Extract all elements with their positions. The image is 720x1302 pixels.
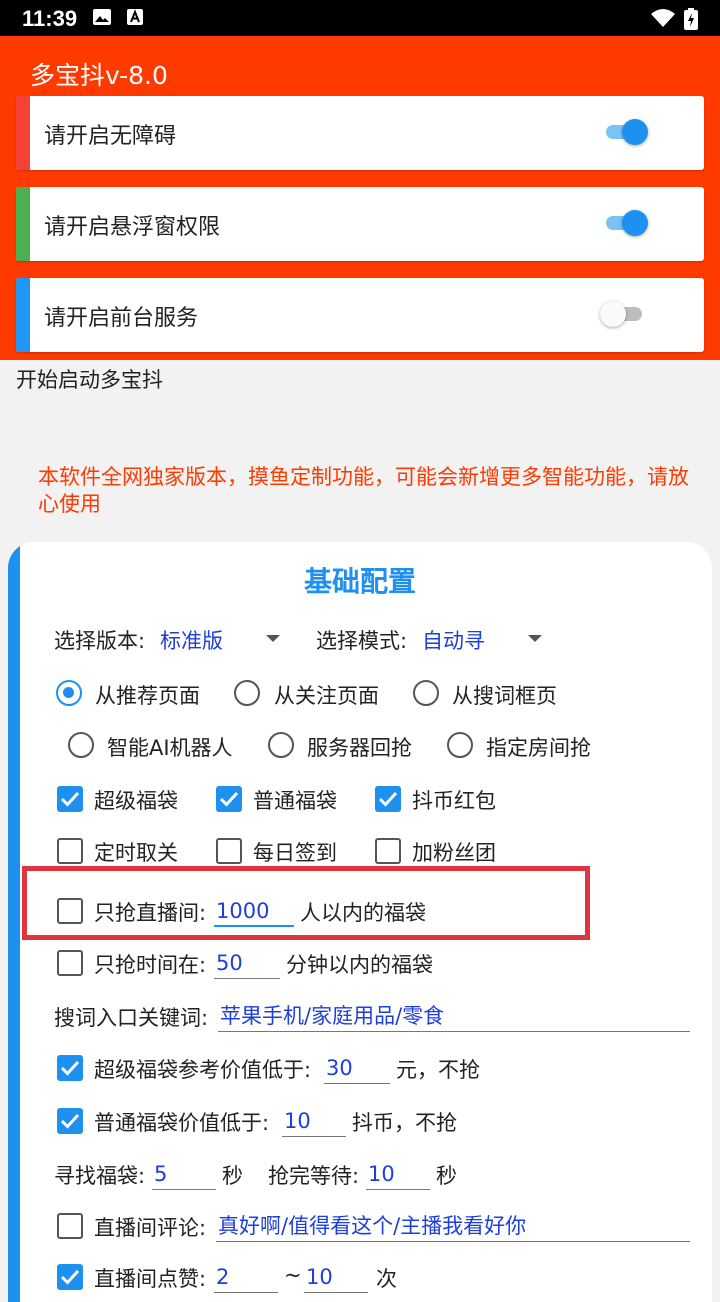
like-separator: ~ — [284, 1263, 302, 1287]
checkbox-normal-bag-label[interactable]: 普通福袋 — [253, 785, 337, 815]
normal-min-suffix: 抖币，不抢 — [352, 1111, 457, 1135]
time-limit-suffix: 分钟以内的福袋 — [286, 953, 433, 977]
permission-color-bar — [16, 187, 30, 261]
version-select[interactable]: 标准版 — [160, 625, 223, 655]
permission-label: 请开启前台服务 — [44, 306, 199, 331]
permission-overlay-row[interactable]: 请开启悬浮窗权限 — [16, 187, 704, 261]
checkbox-super-bag[interactable] — [57, 786, 83, 812]
checkbox-daily-checkin-label[interactable]: 每日签到 — [253, 837, 337, 867]
card-accent-bar — [8, 542, 20, 1302]
radio-recommend[interactable] — [56, 680, 82, 706]
checkbox-normal-bag[interactable] — [216, 786, 242, 812]
checkbox-fan-group-label[interactable]: 加粉丝团 — [412, 837, 496, 867]
notice-text: 本软件全网独家版本，摸鱼定制功能，可能会新增更多智能功能，请放心使用 — [38, 465, 689, 516]
find-seconds-input[interactable]: 5 — [152, 1160, 216, 1190]
checkbox-daily-checkin[interactable] — [216, 838, 242, 864]
permission-label: 请开启无障碍 — [44, 124, 177, 149]
checkbox-timed-unfollow-label[interactable]: 定时取关 — [94, 837, 178, 867]
time-limit-input[interactable]: 50 — [214, 949, 280, 979]
version-dropdown-icon[interactable] — [266, 635, 280, 642]
accessibility-toggle[interactable] — [606, 119, 648, 145]
mode-dropdown-icon[interactable] — [528, 635, 542, 642]
time-limit-label: 只抢时间在: — [94, 953, 207, 977]
mode-select[interactable]: 自动寻 — [422, 625, 485, 655]
version-label: 选择版本: — [54, 629, 146, 653]
checkbox-super-min[interactable] — [57, 1055, 83, 1081]
radio-follow[interactable] — [234, 680, 260, 706]
wifi-icon — [650, 8, 676, 33]
find-unit: 秒 — [222, 1164, 243, 1188]
radio-search-label[interactable]: 从搜词框页 — [452, 680, 557, 710]
like-unit: 次 — [376, 1267, 397, 1291]
radio-room-label[interactable]: 指定房间抢 — [486, 732, 591, 762]
checkbox-normal-min[interactable] — [57, 1108, 83, 1134]
radio-ai-robot-label[interactable]: 智能AI机器人 — [107, 732, 233, 762]
normal-min-input[interactable]: 10 — [282, 1107, 346, 1137]
mode-label: 选择模式: — [316, 629, 408, 653]
like-to-input[interactable]: 10 — [304, 1263, 368, 1293]
status-bar: 11:39 — [0, 0, 720, 36]
radio-room[interactable] — [447, 732, 473, 758]
checkbox-like[interactable] — [57, 1264, 83, 1290]
config-title: 基础配置 — [303, 565, 416, 598]
radio-follow-label[interactable]: 从关注页面 — [274, 680, 379, 710]
comment-label: 直播间评论: — [94, 1216, 207, 1240]
permission-color-bar — [16, 278, 30, 352]
overlay-toggle[interactable] — [606, 210, 648, 236]
permission-label: 请开启悬浮窗权限 — [44, 215, 221, 240]
battery-icon — [684, 8, 698, 35]
like-label: 直播间点赞: — [94, 1267, 207, 1291]
radio-server[interactable] — [268, 732, 294, 758]
super-min-suffix: 元，不抢 — [396, 1058, 480, 1082]
gallery-icon — [92, 8, 112, 31]
app-title: 多宝抖v-8.0 — [30, 61, 168, 90]
super-min-label: 超级福袋参考价值低于: — [94, 1058, 312, 1082]
status-time: 11:39 — [22, 6, 78, 31]
checkbox-comment[interactable] — [57, 1213, 83, 1239]
checkbox-coin-redpacket[interactable] — [375, 786, 401, 812]
keyword-label: 搜词入口关键词: — [54, 1006, 209, 1030]
wait-unit: 秒 — [436, 1164, 457, 1188]
radio-recommend-label[interactable]: 从推荐页面 — [95, 680, 200, 710]
find-label: 寻找福袋: — [54, 1164, 146, 1188]
permission-foreground-row[interactable]: 请开启前台服务 — [16, 278, 704, 352]
notification-a-icon — [126, 8, 144, 31]
highlight-box — [22, 866, 590, 940]
permission-accessibility-row[interactable]: 请开启无障碍 — [16, 96, 704, 170]
checkbox-timed-unfollow[interactable] — [57, 838, 83, 864]
radio-search[interactable] — [413, 680, 439, 706]
start-button-text[interactable]: 开始启动多宝抖 — [16, 364, 163, 394]
wait-label: 抢完等待: — [268, 1164, 360, 1188]
checkbox-time-limit[interactable] — [57, 950, 83, 976]
checkbox-coin-redpacket-label[interactable]: 抖币红包 — [412, 785, 496, 815]
super-min-input[interactable]: 30 — [324, 1054, 390, 1084]
radio-server-label[interactable]: 服务器回抢 — [307, 732, 412, 762]
keyword-input[interactable]: 苹果手机/家庭用品/零食 — [218, 1002, 690, 1032]
wait-seconds-input[interactable]: 10 — [366, 1160, 430, 1190]
comment-input[interactable]: 真好啊/值得看这个/主播我看好你 — [216, 1212, 690, 1242]
like-from-input[interactable]: 2 — [214, 1263, 278, 1293]
checkbox-fan-group[interactable] — [375, 838, 401, 864]
foreground-service-toggle[interactable] — [600, 301, 642, 327]
radio-ai-robot[interactable] — [68, 732, 94, 758]
permission-color-bar — [16, 96, 30, 170]
checkbox-super-bag-label[interactable]: 超级福袋 — [94, 785, 178, 815]
app-header: 多宝抖v-8.0 请开启无障碍 请开启悬浮窗权限 请开启前台服务 — [0, 36, 720, 360]
normal-min-label: 普通福袋价值低于: — [94, 1111, 270, 1135]
